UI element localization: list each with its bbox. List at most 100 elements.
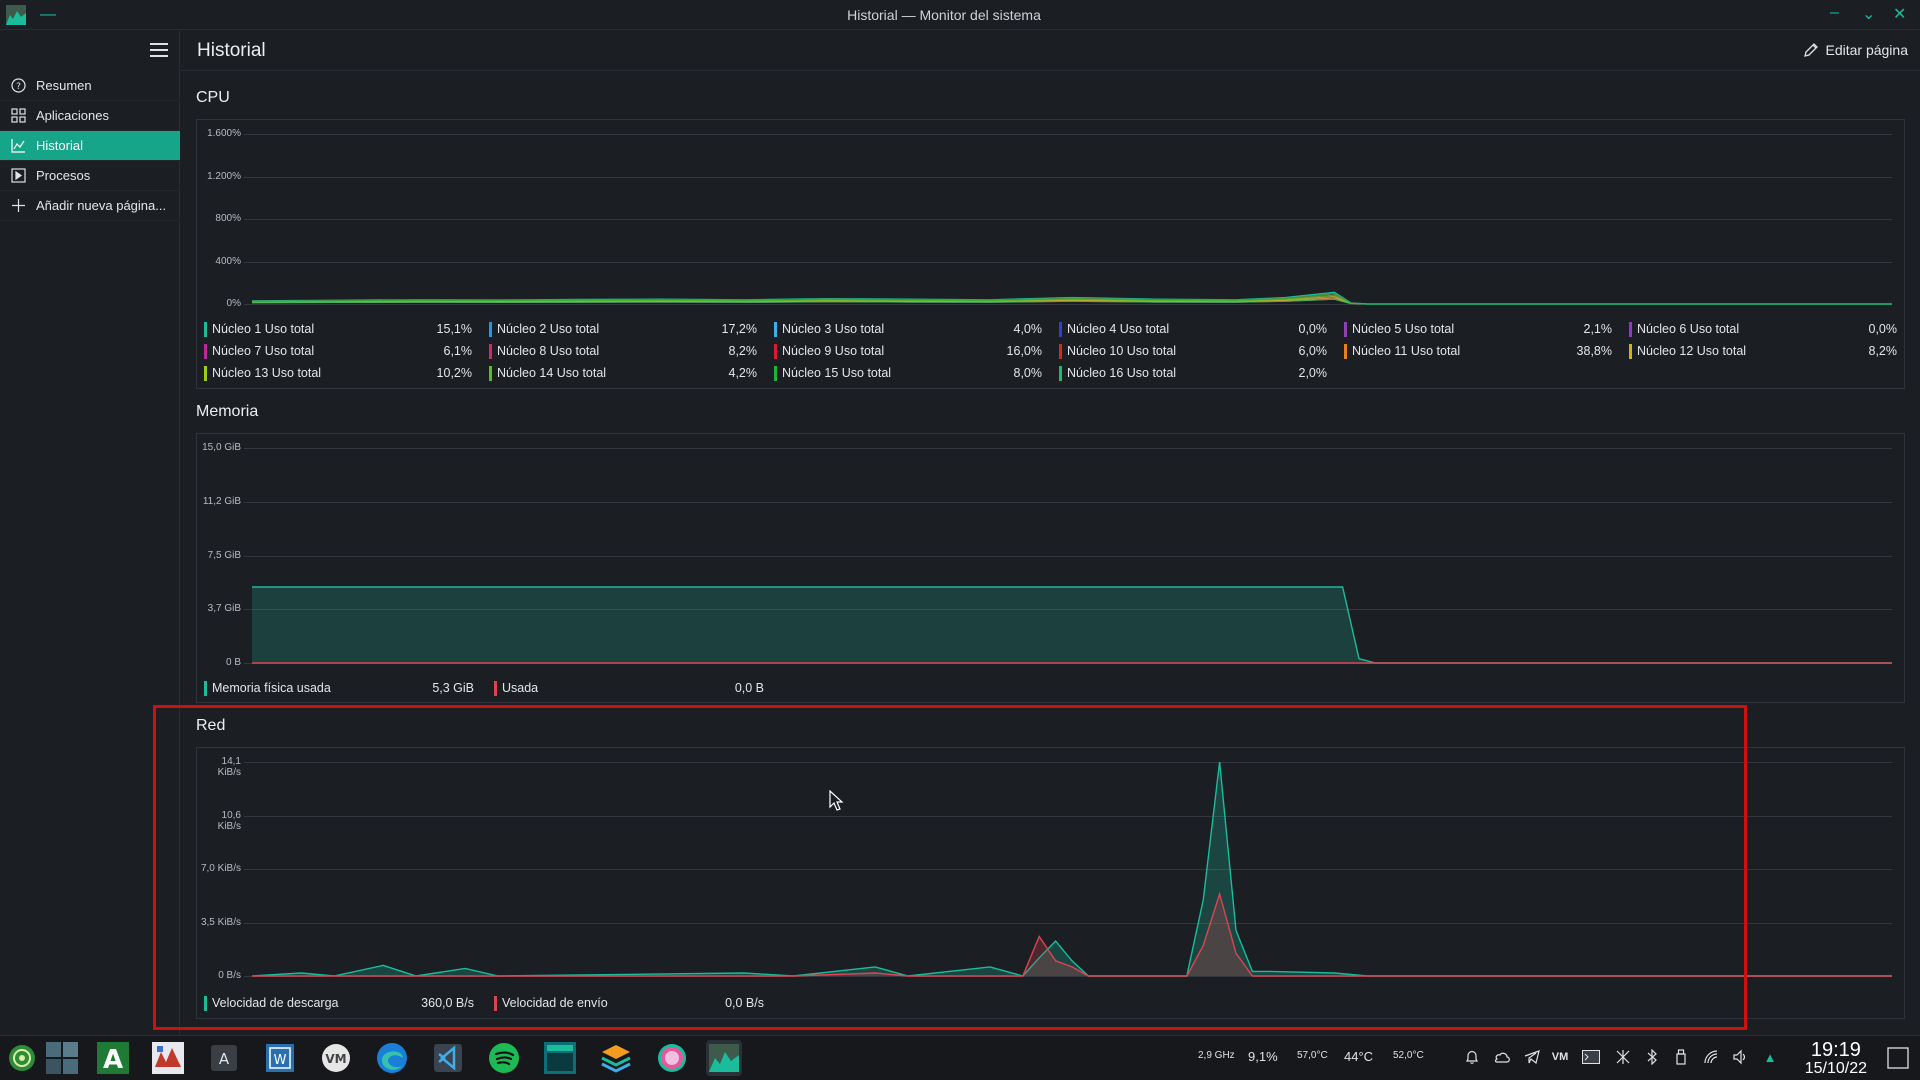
volume-icon[interactable] [1731,1048,1749,1066]
editor-a-icon[interactable]: A [95,1040,131,1076]
plus-icon [10,198,26,214]
y-tick-label: 400% [215,255,241,267]
cpu-chart-panel: 1.600% 1.200% 800% 400% 0% Núcleo 1 Uso total… [196,119,1905,389]
image-app-icon[interactable] [150,1040,186,1076]
legend-name: Núcleo 2 Uso total [497,322,600,336]
legend-swatch [489,365,492,381]
legend-swatch [1629,343,1632,359]
font-app-icon[interactable]: A [206,1040,242,1076]
chat-app-icon[interactable] [654,1040,690,1076]
legend-swatch [1059,321,1062,337]
hamburger-menu-icon[interactable] [150,43,168,57]
sidebar-item-label: Aplicaciones [36,108,109,123]
legend-name: Núcleo 13 Uso total [212,366,322,380]
chart-icon [10,138,26,154]
red-plot [252,762,1892,977]
y-tick-label: 3,7 GiB [207,603,241,615]
vm-app-icon[interactable]: VM [318,1040,354,1076]
sidebar-item-historial[interactable]: Historial [0,131,180,161]
y-tick-label: 7,0 KiB/s [200,863,241,874]
legend-value: 0,0% [1868,322,1898,336]
app-launcher-icon[interactable] [4,1040,40,1076]
svg-text:W: W [274,1053,287,1068]
legend-value: 0,0 B/s [725,996,764,1010]
svg-text:VM: VM [325,1052,346,1066]
legend-item: Núcleo 5 Uso total 2,1% [1344,320,1612,338]
legend-swatch [1629,321,1632,337]
usb-drive-icon[interactable] [1672,1048,1690,1066]
legend-name: Núcleo 4 Uso total [1067,322,1170,336]
legend-value: 16,0% [1006,344,1042,358]
legend-item: Usada 0,0 B [494,679,764,697]
sidebar-item-add-page[interactable]: Añadir nueva página... [0,191,180,221]
legend-swatch [1344,321,1347,337]
notifications-icon[interactable] [1463,1048,1481,1066]
maximize-icon[interactable]: ⌄ [1862,4,1875,24]
minimize-icon[interactable]: – [1830,4,1839,22]
y-tick-label: 14,1 KiB/s [217,756,241,778]
sidebar-item-aplicaciones[interactable]: Aplicaciones [0,101,180,131]
legend-item: Núcleo 11 Uso total 38,8% [1344,342,1612,360]
legend-swatch [494,995,497,1011]
legend-name: Núcleo 16 Uso total [1067,366,1177,380]
clock-time: 19:19 [1810,1039,1861,1061]
legend-item: Núcleo 2 Uso total 17,2% [489,320,757,338]
legend-name: Núcleo 3 Uso total [782,322,885,336]
y-tick-label: 1.600% [207,128,241,139]
terminal-tray-icon[interactable] [1582,1048,1600,1066]
main-content: Historial Editar página CPU 1.600% 1.200%… [181,31,1920,1035]
page-title: Historial [197,40,266,61]
legend-value: 17,2% [721,322,757,336]
legend-name: Núcleo 14 Uso total [497,366,607,380]
legend-value: 360,0 B/s [421,996,474,1010]
process-icon [10,168,26,184]
legend-name: Núcleo 12 Uso total [1637,344,1747,358]
spotify-icon[interactable] [486,1040,522,1076]
system-monitor-taskbar-icon[interactable] [706,1040,742,1076]
sidebar-item-resumen[interactable]: ? Resumen [0,71,180,101]
legend-swatch [774,365,777,381]
cloud-icon[interactable] [1493,1048,1511,1066]
edge-browser-icon[interactable] [374,1040,410,1076]
y-tick-label: 10,6 KiB/s [217,809,241,832]
terminal-icon[interactable] [542,1040,578,1076]
grid-icon [10,108,26,124]
legend-name: Núcleo 10 Uso total [1067,344,1177,358]
expand-tray-icon[interactable]: ▲ [1761,1048,1779,1066]
legend-value: 8,2% [1868,344,1898,358]
kdeconnect-icon[interactable] [1614,1048,1632,1066]
layers-app-icon[interactable] [598,1040,634,1076]
legend-swatch [204,365,207,381]
vm-tray-icon[interactable]: VM [1551,1048,1569,1066]
clock[interactable]: 19:19 15/10/22 [1805,1040,1867,1078]
legend-name: Núcleo 7 Uso total [212,344,315,358]
desktop-pager-icon[interactable] [44,1040,80,1076]
legend-value: 6,0% [1298,344,1328,358]
sidebar-item-label: Historial [36,138,83,153]
telegram-icon[interactable] [1523,1048,1541,1066]
legend-swatch [494,680,497,696]
temperature-3-text: 52,0°C [1393,1050,1424,1061]
series-area [252,762,1892,976]
vscode-icon[interactable] [430,1040,466,1076]
sidebar-item-procesos[interactable]: Procesos [0,161,180,191]
bluetooth-icon[interactable] [1643,1048,1661,1066]
series-line [252,762,1892,977]
close-icon[interactable]: ✕ [1893,4,1906,24]
legend-swatch [1344,343,1347,359]
show-desktop-icon[interactable] [1886,1046,1910,1070]
temperature-2-text: 44°C [1344,1049,1374,1064]
legend-value: 0,0% [1298,322,1328,336]
legend-value: 4,0% [1013,322,1043,336]
legend-item: Núcleo 9 Uso total 16,0% [774,342,1042,360]
legend-value: 0,0 B [734,681,764,695]
writer-app-icon[interactable]: W [262,1040,298,1076]
legend-item: Velocidad de envío 0,0 B/s [494,994,764,1012]
legend-item: Núcleo 7 Uso total 6,1% [204,342,472,360]
legend-name: Núcleo 15 Uso total [782,366,892,380]
y-tick-label: 0% [226,298,241,309]
legend-swatch [489,343,492,359]
network-wifi-icon[interactable] [1702,1048,1720,1066]
legend-value: 38,8% [1576,344,1612,358]
edit-page-button[interactable]: Editar página [1803,42,1908,58]
